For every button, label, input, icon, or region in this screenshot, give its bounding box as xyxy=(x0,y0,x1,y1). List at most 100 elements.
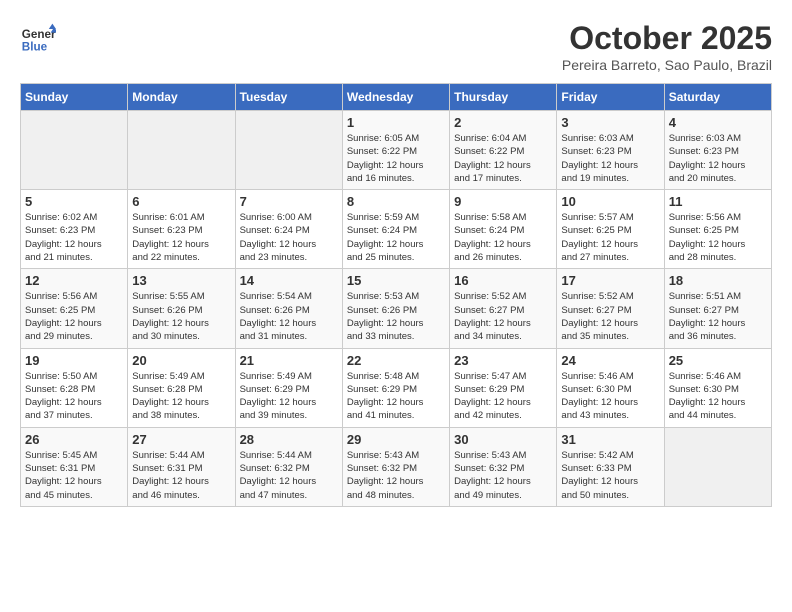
calendar-week-row: 12 Sunrise: 5:56 AM Sunset: 6:25 PM Dayli… xyxy=(21,269,772,348)
day-info: Sunrise: 5:53 AM Sunset: 6:26 PM Dayligh… xyxy=(347,290,445,343)
day-info: Sunrise: 5:51 AM Sunset: 6:27 PM Dayligh… xyxy=(669,290,767,343)
day-info: Sunrise: 6:01 AM Sunset: 6:23 PM Dayligh… xyxy=(132,211,230,264)
calendar-day-cell: 21Sunrise: 5:49 AM Sunset: 6:29 PM Dayli… xyxy=(235,348,342,427)
day-info: Sunrise: 5:55 AM Sunset: 6:26 PM Dayligh… xyxy=(132,290,230,343)
day-number: 8 xyxy=(347,194,445,209)
calendar-week-row: 5 Sunrise: 6:02 AM Sunset: 6:23 PM Daylig… xyxy=(21,190,772,269)
weekday-header: Sunday xyxy=(21,84,128,111)
calendar-table: SundayMondayTuesdayWednesdayThursdayFrid… xyxy=(20,83,772,507)
day-info: Sunrise: 5:47 AM Sunset: 6:29 PM Dayligh… xyxy=(454,370,552,423)
weekday-header: Wednesday xyxy=(342,84,449,111)
calendar-day-cell: 7 Sunrise: 6:00 AM Sunset: 6:24 PM Daylig… xyxy=(235,190,342,269)
day-number: 22 xyxy=(347,353,445,368)
calendar-day-cell: 14Sunrise: 5:54 AM Sunset: 6:26 PM Dayli… xyxy=(235,269,342,348)
day-number: 17 xyxy=(561,273,659,288)
day-info: Sunrise: 5:56 AM Sunset: 6:25 PM Dayligh… xyxy=(25,290,123,343)
day-number: 29 xyxy=(347,432,445,447)
day-info: Sunrise: 5:42 AM Sunset: 6:33 PM Dayligh… xyxy=(561,449,659,502)
weekday-header: Monday xyxy=(128,84,235,111)
calendar-day-cell: 2 Sunrise: 6:04 AM Sunset: 6:22 PM Daylig… xyxy=(450,111,557,190)
day-info: Sunrise: 5:43 AM Sunset: 6:32 PM Dayligh… xyxy=(454,449,552,502)
day-number: 13 xyxy=(132,273,230,288)
calendar-day-cell: 23 Sunrise: 5:47 AM Sunset: 6:29 PM Dayli… xyxy=(450,348,557,427)
location: Pereira Barreto, Sao Paulo, Brazil xyxy=(562,57,772,73)
day-info: Sunrise: 6:00 AM Sunset: 6:24 PM Dayligh… xyxy=(240,211,338,264)
day-number: 19 xyxy=(25,353,123,368)
calendar-day-cell: 10 Sunrise: 5:57 AM Sunset: 6:25 PM Dayli… xyxy=(557,190,664,269)
day-info: Sunrise: 6:03 AM Sunset: 6:23 PM Dayligh… xyxy=(669,132,767,185)
day-info: Sunrise: 5:45 AM Sunset: 6:31 PM Dayligh… xyxy=(25,449,123,502)
weekday-header: Tuesday xyxy=(235,84,342,111)
day-number: 18 xyxy=(669,273,767,288)
calendar-day-cell: 16Sunrise: 5:52 AM Sunset: 6:27 PM Dayli… xyxy=(450,269,557,348)
calendar-day-cell: 27 Sunrise: 5:44 AM Sunset: 6:31 PM Dayli… xyxy=(128,427,235,506)
day-number: 6 xyxy=(132,194,230,209)
page-header: General Blue October 2025 Pereira Barret… xyxy=(20,20,772,73)
calendar-week-row: 26 Sunrise: 5:45 AM Sunset: 6:31 PM Dayli… xyxy=(21,427,772,506)
calendar-day-cell: 11Sunrise: 5:56 AM Sunset: 6:25 PM Dayli… xyxy=(664,190,771,269)
day-number: 12 xyxy=(25,273,123,288)
day-number: 20 xyxy=(132,353,230,368)
logo-icon: General Blue xyxy=(20,20,56,56)
calendar-day-cell xyxy=(128,111,235,190)
calendar-day-cell: 22 Sunrise: 5:48 AM Sunset: 6:29 PM Dayli… xyxy=(342,348,449,427)
day-info: Sunrise: 5:54 AM Sunset: 6:26 PM Dayligh… xyxy=(240,290,338,343)
calendar-day-cell: 5 Sunrise: 6:02 AM Sunset: 6:23 PM Daylig… xyxy=(21,190,128,269)
calendar-day-cell: 3 Sunrise: 6:03 AM Sunset: 6:23 PM Daylig… xyxy=(557,111,664,190)
day-number: 2 xyxy=(454,115,552,130)
day-number: 31 xyxy=(561,432,659,447)
day-number: 24 xyxy=(561,353,659,368)
weekday-header: Friday xyxy=(557,84,664,111)
calendar-day-cell: 30Sunrise: 5:43 AM Sunset: 6:32 PM Dayli… xyxy=(450,427,557,506)
weekday-header: Thursday xyxy=(450,84,557,111)
day-number: 23 xyxy=(454,353,552,368)
day-number: 28 xyxy=(240,432,338,447)
day-number: 25 xyxy=(669,353,767,368)
calendar-day-cell: 20 Sunrise: 5:49 AM Sunset: 6:28 PM Dayli… xyxy=(128,348,235,427)
day-number: 10 xyxy=(561,194,659,209)
calendar-day-cell: 6 Sunrise: 6:01 AM Sunset: 6:23 PM Daylig… xyxy=(128,190,235,269)
calendar-day-cell xyxy=(235,111,342,190)
day-info: Sunrise: 5:50 AM Sunset: 6:28 PM Dayligh… xyxy=(25,370,123,423)
calendar-day-cell: 9Sunrise: 5:58 AM Sunset: 6:24 PM Daylig… xyxy=(450,190,557,269)
calendar-day-cell: 26 Sunrise: 5:45 AM Sunset: 6:31 PM Dayli… xyxy=(21,427,128,506)
day-info: Sunrise: 6:03 AM Sunset: 6:23 PM Dayligh… xyxy=(561,132,659,185)
day-info: Sunrise: 5:48 AM Sunset: 6:29 PM Dayligh… xyxy=(347,370,445,423)
day-number: 4 xyxy=(669,115,767,130)
month-title: October 2025 xyxy=(562,20,772,57)
calendar-day-cell: 24Sunrise: 5:46 AM Sunset: 6:30 PM Dayli… xyxy=(557,348,664,427)
calendar-day-cell: 28 Sunrise: 5:44 AM Sunset: 6:32 PM Dayli… xyxy=(235,427,342,506)
day-number: 15 xyxy=(347,273,445,288)
calendar-day-cell: 17 Sunrise: 5:52 AM Sunset: 6:27 PM Dayli… xyxy=(557,269,664,348)
day-number: 1 xyxy=(347,115,445,130)
day-info: Sunrise: 5:44 AM Sunset: 6:31 PM Dayligh… xyxy=(132,449,230,502)
day-info: Sunrise: 5:46 AM Sunset: 6:30 PM Dayligh… xyxy=(669,370,767,423)
calendar-day-cell: 15 Sunrise: 5:53 AM Sunset: 6:26 PM Dayli… xyxy=(342,269,449,348)
day-info: Sunrise: 6:04 AM Sunset: 6:22 PM Dayligh… xyxy=(454,132,552,185)
day-number: 27 xyxy=(132,432,230,447)
calendar-day-cell: 4 Sunrise: 6:03 AM Sunset: 6:23 PM Daylig… xyxy=(664,111,771,190)
day-number: 26 xyxy=(25,432,123,447)
day-info: Sunrise: 5:57 AM Sunset: 6:25 PM Dayligh… xyxy=(561,211,659,264)
calendar-day-cell: 8Sunrise: 5:59 AM Sunset: 6:24 PM Daylig… xyxy=(342,190,449,269)
day-number: 7 xyxy=(240,194,338,209)
day-number: 3 xyxy=(561,115,659,130)
day-info: Sunrise: 5:56 AM Sunset: 6:25 PM Dayligh… xyxy=(669,211,767,264)
day-info: Sunrise: 5:44 AM Sunset: 6:32 PM Dayligh… xyxy=(240,449,338,502)
calendar-day-cell: 1 Sunrise: 6:05 AM Sunset: 6:22 PM Daylig… xyxy=(342,111,449,190)
day-info: Sunrise: 5:49 AM Sunset: 6:29 PM Dayligh… xyxy=(240,370,338,423)
calendar-day-cell: 13 Sunrise: 5:55 AM Sunset: 6:26 PM Dayli… xyxy=(128,269,235,348)
day-number: 5 xyxy=(25,194,123,209)
day-info: Sunrise: 6:02 AM Sunset: 6:23 PM Dayligh… xyxy=(25,211,123,264)
calendar-day-cell: 25 Sunrise: 5:46 AM Sunset: 6:30 PM Dayli… xyxy=(664,348,771,427)
svg-text:General: General xyxy=(22,28,56,41)
day-info: Sunrise: 5:52 AM Sunset: 6:27 PM Dayligh… xyxy=(561,290,659,343)
calendar-day-cell: 19 Sunrise: 5:50 AM Sunset: 6:28 PM Dayli… xyxy=(21,348,128,427)
calendar-week-row: 19 Sunrise: 5:50 AM Sunset: 6:28 PM Dayli… xyxy=(21,348,772,427)
calendar-day-cell xyxy=(21,111,128,190)
day-number: 16 xyxy=(454,273,552,288)
day-info: Sunrise: 6:05 AM Sunset: 6:22 PM Dayligh… xyxy=(347,132,445,185)
title-block: October 2025 Pereira Barreto, Sao Paulo,… xyxy=(562,20,772,73)
calendar-day-cell: 29Sunrise: 5:43 AM Sunset: 6:32 PM Dayli… xyxy=(342,427,449,506)
day-info: Sunrise: 5:49 AM Sunset: 6:28 PM Dayligh… xyxy=(132,370,230,423)
